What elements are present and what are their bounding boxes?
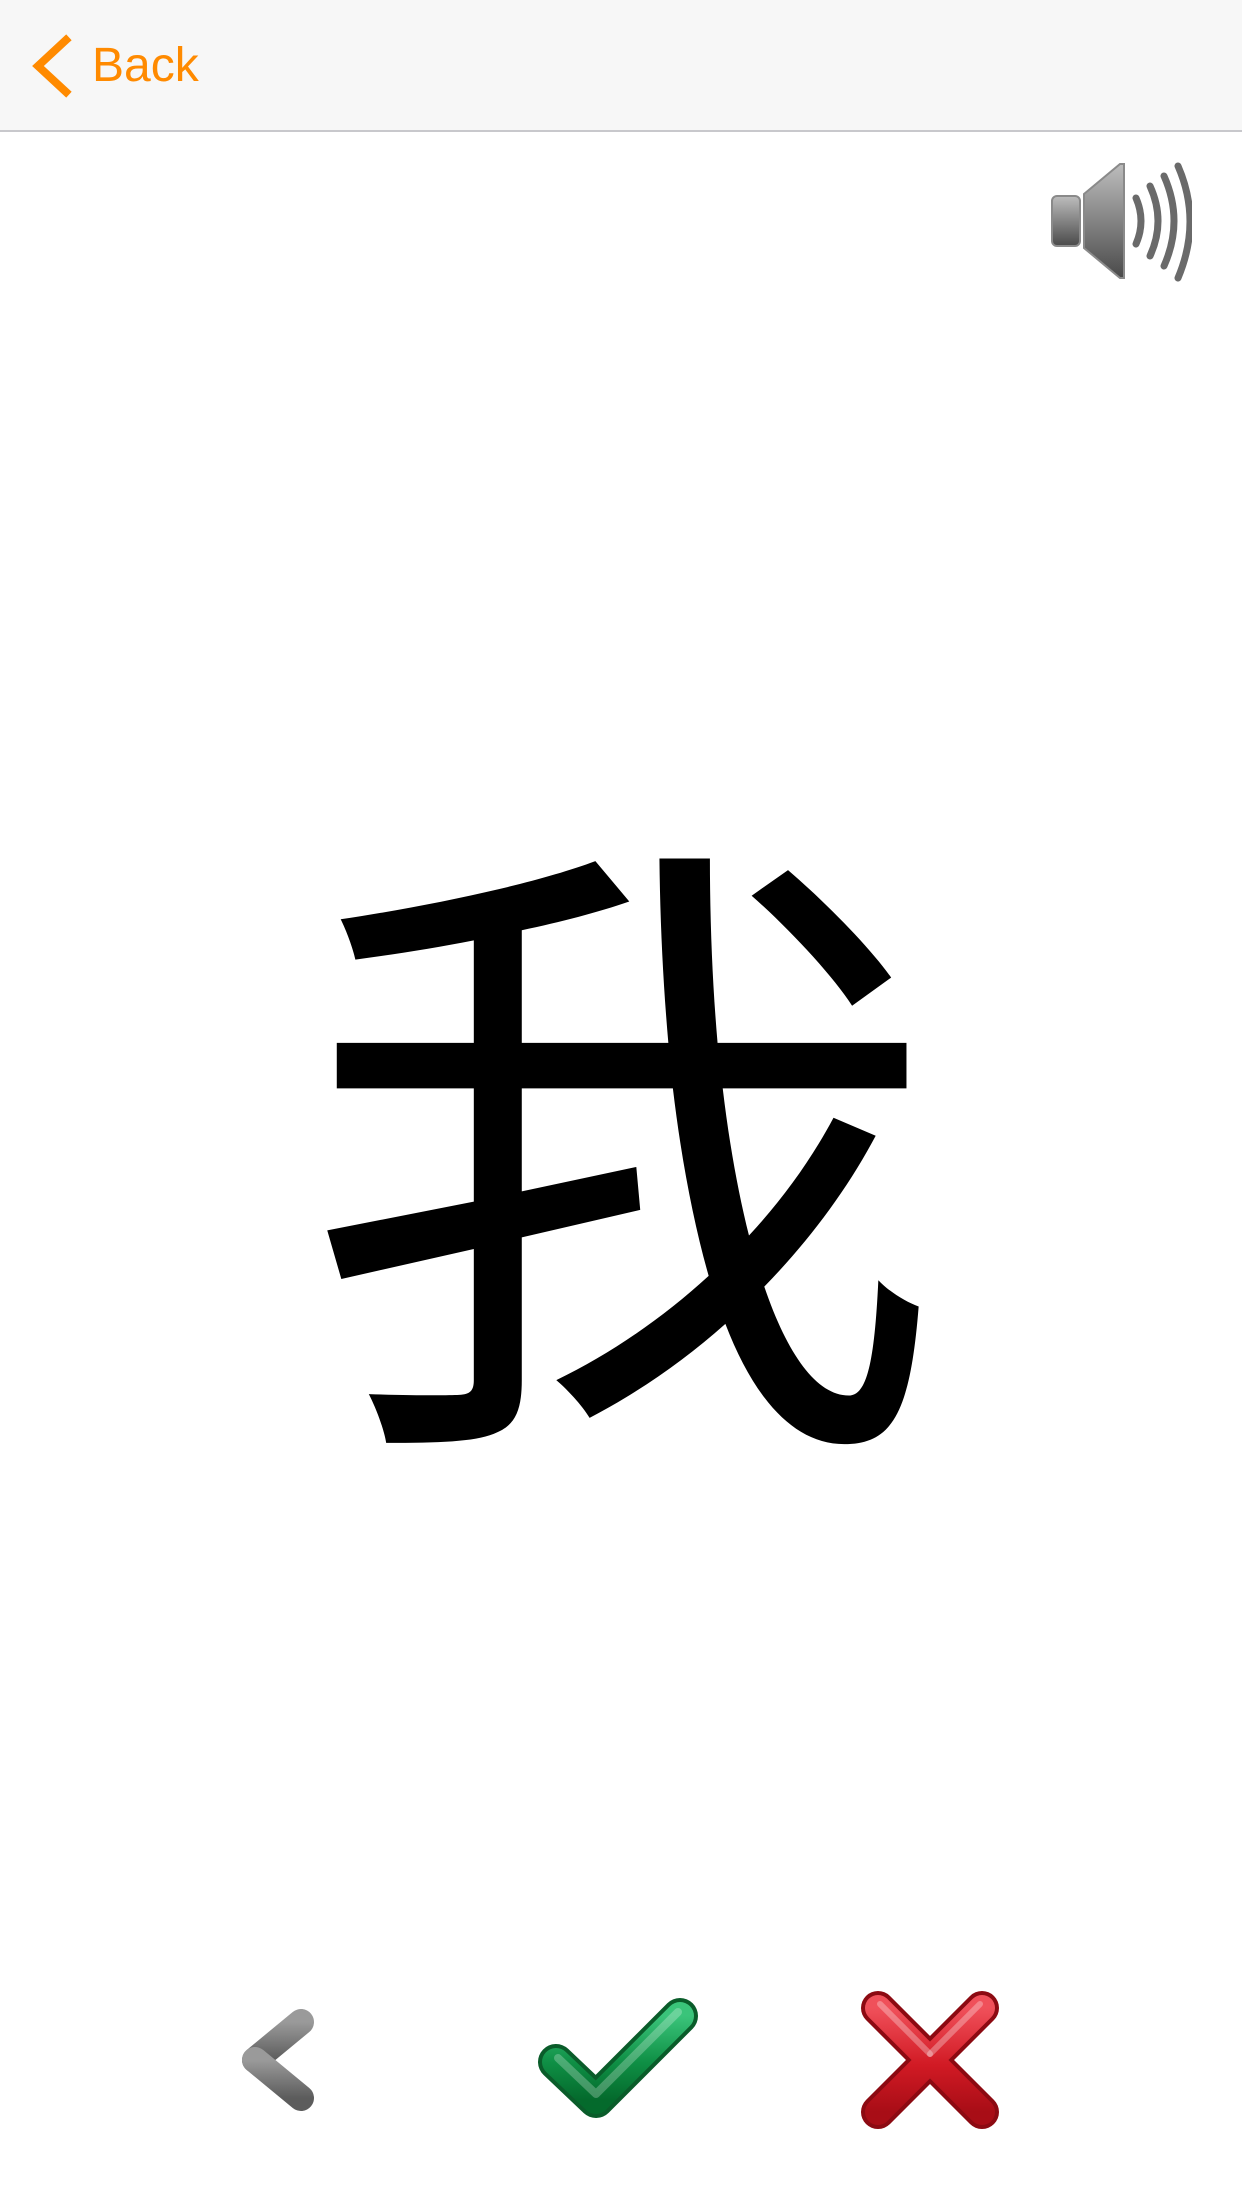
checkmark-icon	[538, 1998, 698, 2118]
cross-icon	[861, 1991, 999, 2129]
wrong-button[interactable]	[840, 1980, 1020, 2140]
speaker-icon	[1051, 162, 1192, 282]
back-label: Back	[92, 39, 199, 92]
arrow-left-icon	[242, 2009, 388, 2111]
back-button[interactable]: Back	[30, 30, 199, 102]
action-bar	[0, 1980, 1242, 2140]
play-audio-button[interactable]	[1048, 158, 1192, 284]
navigation-bar: Back	[0, 0, 1242, 132]
flashcard-character: 我	[301, 797, 941, 1542]
previous-button[interactable]	[225, 1980, 405, 2140]
chevron-left-icon	[32, 34, 72, 98]
correct-button[interactable]	[530, 1980, 710, 2140]
